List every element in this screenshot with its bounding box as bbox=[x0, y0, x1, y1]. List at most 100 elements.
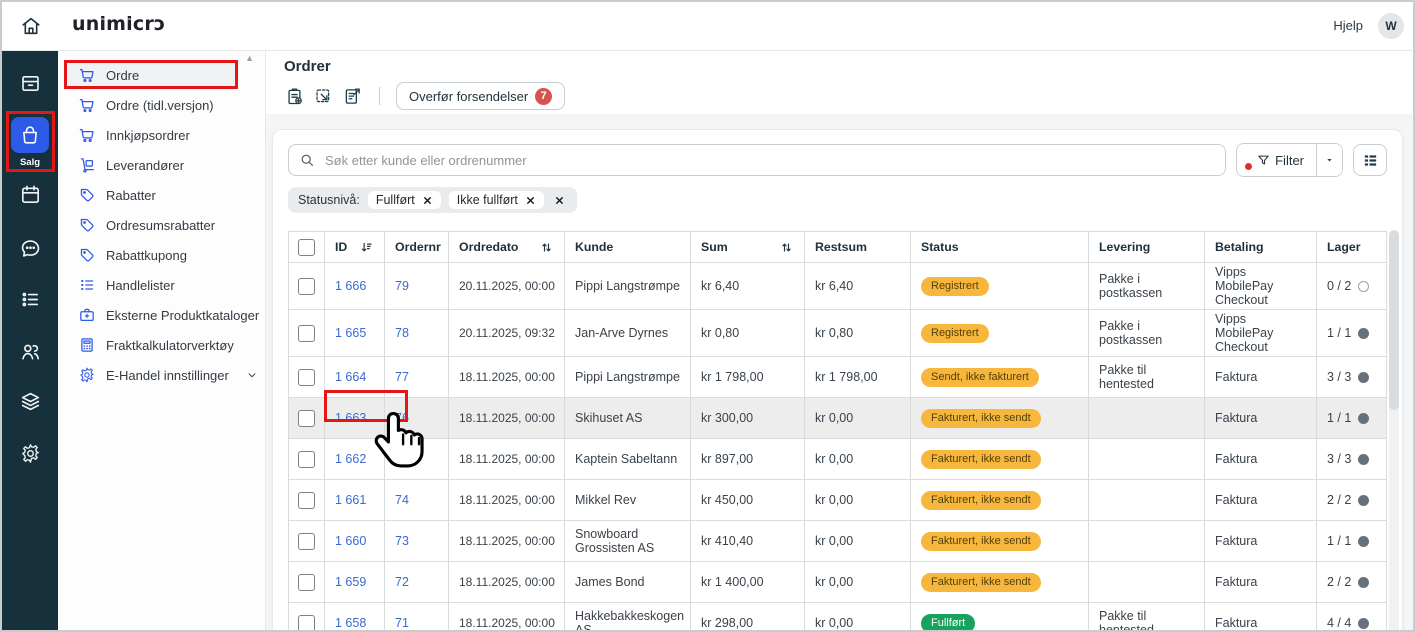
order-id-link[interactable]: 1 661 bbox=[335, 493, 366, 507]
app-window: unimicrɔ Hjelp W Salg ▲ OrdreOrdre (tidl… bbox=[0, 0, 1415, 632]
sidebar-item-ordre-tidl-versjon[interactable]: Ordre (tidl.versjon) bbox=[66, 90, 239, 120]
table-row[interactable]: 1 6607318.11.2025, 00:00Snowboard Grossi… bbox=[289, 521, 1387, 562]
select-all-checkbox[interactable] bbox=[298, 239, 315, 256]
ordernr-link[interactable]: 71 bbox=[395, 616, 409, 630]
row-checkbox[interactable] bbox=[298, 369, 315, 386]
rail-item-layers[interactable] bbox=[2, 390, 58, 413]
status-cell: Registrert bbox=[911, 310, 1089, 357]
column-header-sum[interactable]: Sum bbox=[691, 232, 805, 263]
order-id-link[interactable]: 1 665 bbox=[335, 326, 366, 340]
row-checkbox[interactable] bbox=[298, 533, 315, 550]
table-row[interactable]: 1 6627518.11.2025, 00:00Kaptein Sabeltan… bbox=[289, 439, 1387, 480]
ordernr-link[interactable]: 74 bbox=[395, 493, 409, 507]
edit-orders-icon[interactable] bbox=[342, 86, 363, 107]
column-header-betaling[interactable]: Betaling bbox=[1205, 232, 1317, 263]
filter-chip-ikke-fullf-rt[interactable]: Ikke fullført bbox=[449, 191, 544, 209]
remove-icon[interactable] bbox=[525, 195, 536, 206]
column-header-levering[interactable]: Levering bbox=[1089, 232, 1205, 263]
column-label: Status bbox=[921, 240, 959, 254]
sidebar-item-leverand-rer[interactable]: Leverandører bbox=[66, 150, 239, 180]
scroll-up-icon[interactable]: ▲ bbox=[245, 53, 254, 63]
search-input[interactable] bbox=[288, 144, 1226, 176]
scrollbar-thumb[interactable] bbox=[1389, 230, 1399, 410]
order-id-link[interactable]: 1 659 bbox=[335, 575, 366, 589]
column-header-id[interactable]: ID bbox=[325, 232, 385, 263]
row-checkbox[interactable] bbox=[298, 325, 315, 342]
sidebar-item-e-handel-innstillinger[interactable]: E-Handel innstillinger bbox=[66, 360, 239, 390]
order-date-cell: 18.11.2025, 00:00 bbox=[449, 398, 565, 439]
rail-item-calendar[interactable] bbox=[2, 183, 58, 206]
sidebar-item-ordre[interactable]: Ordre bbox=[66, 60, 239, 90]
table-row[interactable]: 1 6637618.11.2025, 00:00Skihuset ASkr 30… bbox=[289, 398, 1387, 439]
filter-button[interactable]: Filter bbox=[1237, 144, 1316, 176]
row-checkbox[interactable] bbox=[298, 278, 315, 295]
sidebar-item-eksterne-produktkataloger[interactable]: Eksterne Produktkataloger bbox=[66, 300, 239, 330]
user-avatar[interactable]: W bbox=[1378, 13, 1404, 39]
rail-item-archive-box[interactable] bbox=[2, 72, 58, 95]
stock-indicator: 1 / 1 bbox=[1327, 411, 1376, 425]
help-link[interactable]: Hjelp bbox=[1333, 18, 1363, 33]
stock-count: 2 / 2 bbox=[1327, 493, 1351, 507]
sidebar-item-rabattkupong[interactable]: Rabattkupong bbox=[66, 240, 239, 270]
table-row[interactable]: 1 6657820.11.2025, 09:32Jan-Arve Dyrnesk… bbox=[289, 310, 1387, 357]
rail-item-checklist[interactable] bbox=[2, 288, 58, 311]
order-id-link[interactable]: 1 663 bbox=[335, 411, 366, 425]
vertical-scrollbar[interactable] bbox=[1389, 230, 1399, 632]
status-badge: Fakturert, ikke sendt bbox=[921, 450, 1041, 469]
customer-cell: Kaptein Sabeltann bbox=[565, 439, 691, 480]
ordernr-link[interactable]: 73 bbox=[395, 534, 409, 548]
ordernr-link[interactable]: 78 bbox=[395, 326, 409, 340]
row-checkbox[interactable] bbox=[298, 492, 315, 509]
column-header-ordernr[interactable]: Ordernr bbox=[385, 232, 449, 263]
sidebar-item-ordresumsrabatter[interactable]: Ordresumsrabatter bbox=[66, 210, 239, 240]
row-checkbox[interactable] bbox=[298, 574, 315, 591]
table-row[interactable]: 1 6617418.11.2025, 00:00Mikkel Revkr 450… bbox=[289, 480, 1387, 521]
stock-cell: 1 / 1 bbox=[1317, 398, 1387, 439]
remove-icon[interactable] bbox=[422, 195, 433, 206]
sidebar-item-rabatter[interactable]: Rabatter bbox=[66, 180, 239, 210]
order-id-link[interactable]: 1 662 bbox=[335, 452, 366, 466]
rail-item-people[interactable] bbox=[2, 340, 58, 363]
ordernr-link[interactable]: 72 bbox=[395, 575, 409, 589]
filter-chip-fullf-rt[interactable]: Fullført bbox=[368, 191, 441, 209]
rail-item-shopping-bag[interactable]: Salg bbox=[2, 117, 58, 168]
status-badge: Fakturert, ikke sendt bbox=[921, 532, 1041, 551]
column-settings-button[interactable] bbox=[1353, 144, 1387, 176]
home-icon[interactable] bbox=[20, 15, 42, 37]
rest-sum-cell: kr 0,00 bbox=[805, 439, 911, 480]
sidebar-item-innkj-psordrer[interactable]: Innkjøpsordrer bbox=[66, 120, 239, 150]
row-checkbox[interactable] bbox=[298, 451, 315, 468]
ordernr-link[interactable]: 76 bbox=[395, 411, 409, 425]
filter-chip-label: Ikke fullført bbox=[457, 193, 518, 207]
column-header-restsum[interactable]: Restsum bbox=[805, 232, 911, 263]
order-id-link[interactable]: 1 658 bbox=[335, 616, 366, 630]
column-header-status[interactable]: Status bbox=[911, 232, 1089, 263]
order-id-link[interactable]: 1 666 bbox=[335, 279, 366, 293]
import-order-icon[interactable] bbox=[313, 86, 334, 107]
table-row[interactable]: 1 6647718.11.2025, 00:00Pippi Langstrømp… bbox=[289, 357, 1387, 398]
column-header-kunde[interactable]: Kunde bbox=[565, 232, 691, 263]
clear-filters-button[interactable] bbox=[552, 195, 567, 206]
transfer-shipments-button[interactable]: Overfør forsendelser 7 bbox=[396, 82, 565, 110]
filter-dropdown-button[interactable] bbox=[1316, 144, 1342, 176]
ordernr-cell: 78 bbox=[385, 310, 449, 357]
table-row[interactable]: 1 6667920.11.2025, 00:00Pippi Langstrømp… bbox=[289, 263, 1387, 310]
table-row[interactable]: 1 6597218.11.2025, 00:00James Bondkr 1 4… bbox=[289, 562, 1387, 603]
shopping-bag-icon bbox=[19, 124, 41, 146]
ordernr-link[interactable]: 79 bbox=[395, 279, 409, 293]
rail-item-gear[interactable] bbox=[2, 442, 58, 465]
new-order-icon[interactable] bbox=[284, 86, 305, 107]
order-id-link[interactable]: 1 664 bbox=[335, 370, 366, 384]
table-row[interactable]: 1 6587118.11.2025, 00:00Hakkebakkeskogen… bbox=[289, 603, 1387, 632]
sidebar-item-fraktkalkulatorverkt-y[interactable]: Fraktkalkulatorverktøy bbox=[66, 330, 239, 360]
column-header-lager[interactable]: Lager bbox=[1317, 232, 1387, 263]
row-checkbox[interactable] bbox=[298, 410, 315, 427]
app-logo[interactable]: unimicrɔ bbox=[72, 13, 165, 35]
row-checkbox[interactable] bbox=[298, 615, 315, 632]
ordernr-link[interactable]: 77 bbox=[395, 370, 409, 384]
order-id-link[interactable]: 1 660 bbox=[335, 534, 366, 548]
column-header-ordredato[interactable]: Ordredato bbox=[449, 232, 565, 263]
sidebar-item-handlelister[interactable]: Handlelister bbox=[66, 270, 239, 300]
ordernr-link[interactable]: 75 bbox=[395, 452, 409, 466]
rail-item-chat-bubble[interactable] bbox=[2, 237, 58, 260]
